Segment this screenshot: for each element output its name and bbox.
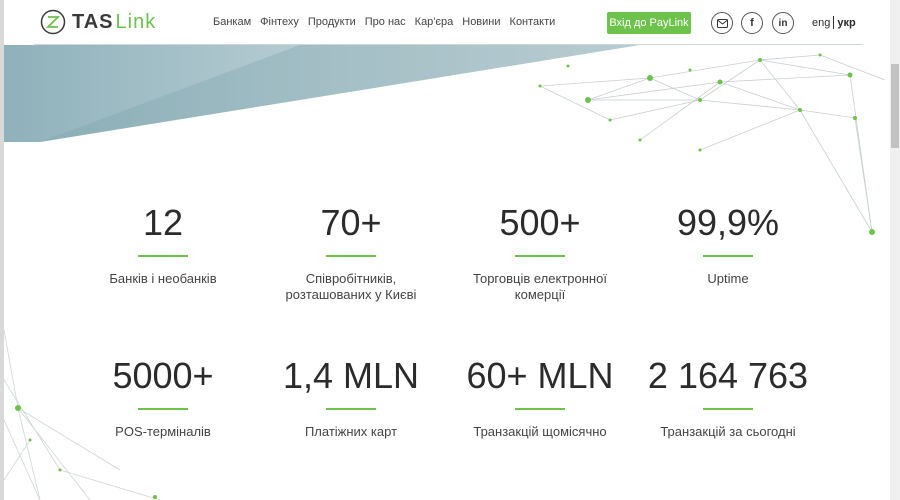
- stat-payment-cards: 1,4 MLN Платіжних карт: [261, 354, 441, 440]
- stat-label: Платіжних карт: [304, 424, 398, 439]
- paylink-login-button[interactable]: Вхід до PayLink: [607, 12, 691, 34]
- stat-underline: [515, 255, 565, 257]
- logo[interactable]: TAS Link: [40, 8, 156, 36]
- stat-underline: [138, 255, 188, 257]
- stat-value: 60+ MLN: [466, 355, 614, 396]
- scrollbar-thumb[interactable]: [891, 64, 899, 148]
- main-nav: Банкам Фінтеху Продукти Про нас Кар'єра …: [213, 16, 555, 28]
- logo-text: TAS Link: [72, 11, 156, 34]
- window-frame: [0, 0, 4, 500]
- nav-item-banks[interactable]: Банкам: [213, 16, 251, 28]
- stat-label: Транзакцій за сьогодні: [660, 424, 796, 439]
- nav-item-fintech[interactable]: Фінтеху: [260, 16, 299, 28]
- facebook-button[interactable]: f: [741, 12, 763, 34]
- lang-separator: [833, 16, 835, 29]
- stat-value: 70+: [320, 202, 382, 243]
- header-divider: [34, 44, 863, 45]
- nav-item-career[interactable]: Кар'єра: [415, 16, 454, 28]
- stat-merchants: 500+ Торговців електронної комерції: [450, 201, 630, 303]
- stat-underline: [703, 255, 753, 257]
- nav-item-products[interactable]: Продукти: [308, 16, 356, 28]
- stat-value: 500+: [499, 202, 581, 243]
- stat-label: Співробітників, розташованих у Києві: [285, 271, 417, 302]
- stat-banks: 12 Банків і необанків: [73, 201, 253, 287]
- nav-item-contacts[interactable]: Контакти: [510, 16, 556, 28]
- language-switcher: eng укр: [812, 16, 856, 29]
- stat-underline: [138, 408, 188, 410]
- linkedin-button[interactable]: in: [772, 12, 794, 34]
- linkedin-icon: in: [778, 17, 788, 29]
- nav-item-about[interactable]: Про нас: [365, 16, 406, 28]
- stat-underline: [326, 408, 376, 410]
- nav-item-news[interactable]: Новини: [462, 16, 500, 28]
- logo-text-light: Link: [115, 10, 157, 33]
- logo-icon: [40, 9, 66, 35]
- stat-value: 2 164 763: [647, 355, 809, 396]
- site-header: TAS Link Банкам Фінтеху Продукти Про нас …: [4, 0, 890, 45]
- lang-ukr[interactable]: укр: [837, 17, 855, 29]
- stat-value: 1,4 MLN: [282, 355, 420, 396]
- stat-employees: 70+ Співробітників, розташованих у Києві: [261, 201, 441, 303]
- logo-text-bold: TAS: [72, 10, 114, 33]
- stat-today-transactions: 2 164 763 Транзакцій за сьогодні: [638, 354, 818, 440]
- stat-underline: [703, 408, 753, 410]
- stat-label: POS-терміналів: [115, 424, 211, 439]
- stat-label: Торговців електронної комерції: [473, 271, 607, 302]
- scrollbar[interactable]: [890, 0, 900, 500]
- stat-label: Банків і необанків: [109, 271, 217, 286]
- stat-label: Транзакцій щомісячно: [473, 424, 607, 439]
- email-button[interactable]: [711, 12, 733, 34]
- facebook-icon: f: [750, 17, 754, 29]
- stat-underline: [326, 255, 376, 257]
- stat-value: 99,9%: [676, 202, 780, 243]
- stat-uptime: 99,9% Uptime: [638, 201, 818, 287]
- stat-monthly-transactions: 60+ MLN Транзакцій щомісячно: [450, 354, 630, 440]
- stat-underline: [515, 408, 565, 410]
- lang-eng[interactable]: eng: [812, 17, 830, 29]
- stat-pos-terminals: 5000+ POS-терміналів: [73, 354, 253, 440]
- stat-label: Uptime: [707, 271, 749, 286]
- stat-value: 12: [142, 202, 184, 243]
- stat-value: 5000+: [112, 355, 214, 396]
- email-icon: [716, 18, 728, 28]
